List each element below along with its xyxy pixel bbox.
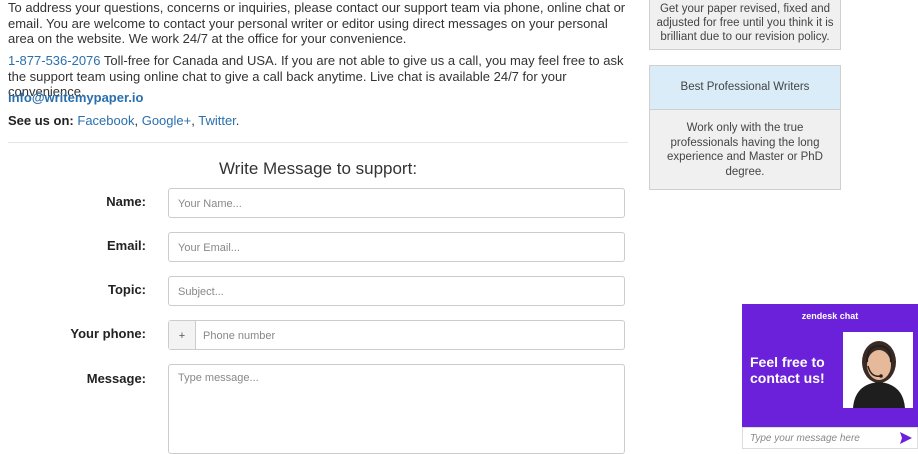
message-field[interactable]: Type message... [168, 364, 625, 454]
message-placeholder: Type message... [178, 372, 259, 384]
name-label: Name: [106, 194, 146, 209]
writers-box-text: Work only with the true professionals ha… [667, 122, 823, 178]
revision-policy-box: Get your paper revised, fixed and adjust… [649, 0, 841, 50]
phone-link[interactable]: 1-877-536-2076 [8, 53, 101, 68]
email-label: Email: [106, 238, 146, 253]
email-placeholder: Your Email... [178, 242, 240, 254]
intro-paragraph: To address your questions, concerns or i… [8, 0, 626, 46]
support-agent-photo [843, 332, 913, 408]
form-title: Write Message to support: [218, 159, 418, 178]
writers-box: Work only with the true professionals ha… [649, 109, 841, 190]
email-field[interactable]: Your Email... [168, 232, 625, 262]
social-links: See us on: Facebook, Google+, Twitter. [8, 113, 240, 128]
phone-label: Your phone: [70, 326, 146, 341]
topic-field[interactable]: Subject... [168, 276, 625, 306]
name-field[interactable]: Your Name... [168, 188, 625, 218]
phone-field[interactable]: + Phone number [168, 320, 625, 350]
chat-headline: Feel free to contact us! [750, 354, 825, 386]
twitter-link[interactable]: Twitter [198, 113, 236, 128]
send-icon[interactable] [899, 431, 913, 445]
google-plus-link[interactable]: Google+ [142, 113, 192, 128]
chat-banner[interactable]: zendesk chat Feel free to contact us! [742, 304, 918, 427]
phone-placeholder: Phone number [203, 330, 276, 342]
chat-input-bar[interactable]: Type your message here [742, 427, 918, 449]
facebook-link[interactable]: Facebook [77, 113, 134, 128]
agent-avatar-icon [843, 332, 913, 408]
divider [8, 142, 628, 143]
revision-policy-text: Get your paper revised, fixed and adjust… [656, 3, 834, 43]
chat-input[interactable]: Type your message here [750, 433, 860, 444]
chat-brand: zendesk chat [801, 311, 859, 321]
topic-label: Topic: [107, 282, 146, 297]
see-us-label: See us on: [8, 113, 74, 128]
topic-placeholder: Subject... [178, 286, 224, 298]
phone-prefix: + [169, 321, 196, 349]
name-placeholder: Your Name... [178, 198, 242, 210]
message-label: Message: [86, 371, 146, 386]
chat-widget[interactable]: zendesk chat Feel free to contact us! Ty… [742, 304, 918, 449]
support-email-link[interactable]: info@writemypaper.io [8, 90, 143, 105]
writers-box-title: Best Professional Writers [649, 65, 841, 110]
